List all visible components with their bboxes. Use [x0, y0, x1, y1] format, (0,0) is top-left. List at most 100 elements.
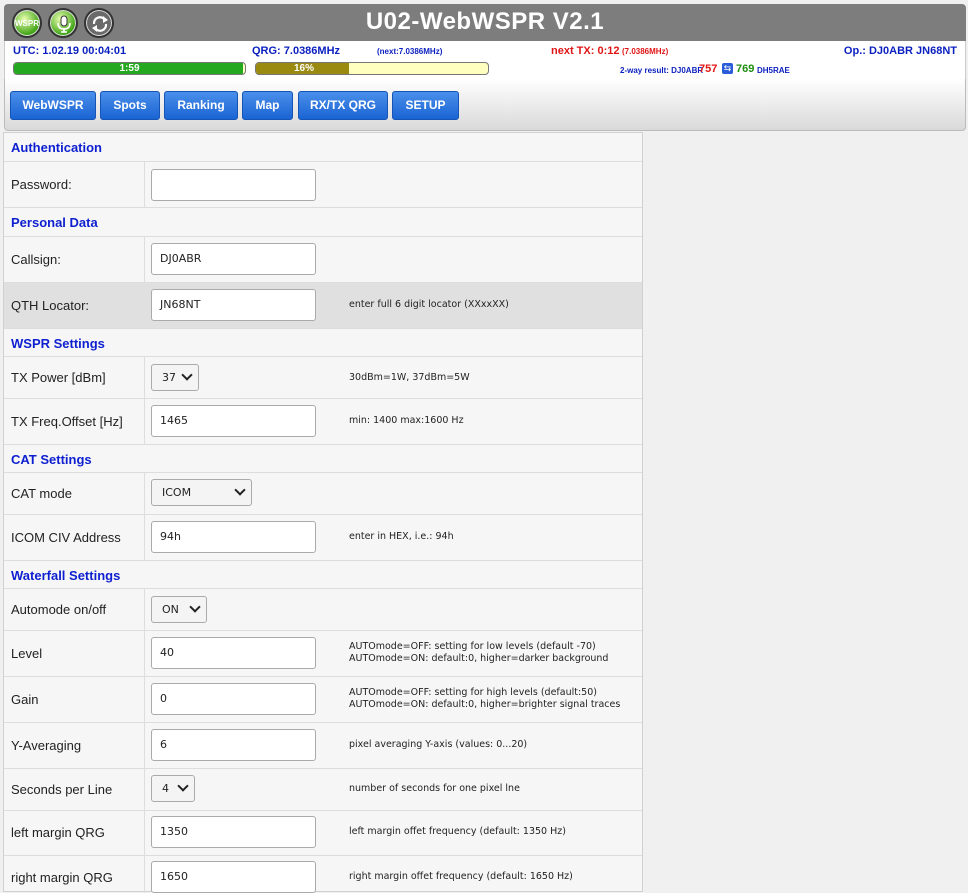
right-margin-label: right margin QRG: [11, 870, 113, 885]
nav-setup-button[interactable]: SETUP: [392, 91, 459, 120]
yavg-label: Y-Averaging: [11, 738, 82, 753]
next-tx-countdown: next TX: 0:12: [551, 45, 620, 57]
callsign-input[interactable]: DJ0ABR: [151, 243, 316, 275]
chevron-down-icon: [234, 484, 246, 496]
tx-offset-label: TX Freq.Offset [Hz]: [11, 414, 123, 429]
nav-webwspr-button[interactable]: WebWSPR: [10, 91, 96, 120]
header-bar: WSPR U02-WebWSPR V2.1: [4, 4, 966, 41]
section-waterfall-settings: Waterfall Settings: [4, 561, 642, 589]
password-input[interactable]: [151, 169, 316, 201]
progress-bar: 16%: [255, 62, 489, 75]
row-tx-offset: TX Freq.Offset [Hz] 1465 min: 1400 max:1…: [4, 399, 642, 445]
next-qrg-readout: (next:7.0386MHz): [377, 47, 443, 56]
section-cat-settings: CAT Settings: [4, 445, 642, 473]
section-title: Personal Data: [11, 215, 98, 230]
row-tx-power: TX Power [dBm] 37 30dBm=1W, 37dBm=5W: [4, 357, 642, 399]
level-hint-2: AUTOmode=ON: default:0, higher=darker ba…: [349, 653, 609, 664]
row-qth-locator: QTH Locator: JN68NT enter full 6 digit l…: [4, 283, 642, 329]
callsign-label: Callsign:: [11, 252, 61, 267]
level-input[interactable]: 40: [151, 637, 316, 669]
column-divider: [144, 856, 145, 893]
gain-input[interactable]: 0: [151, 683, 316, 715]
nav-map-button[interactable]: Map: [242, 91, 293, 120]
yavg-hint: pixel averaging Y-axis (values: 0...20): [349, 739, 528, 750]
cat-mode-value: ICOM: [162, 486, 192, 499]
automode-select[interactable]: ON: [151, 596, 207, 623]
left-margin-label: left margin QRG: [11, 825, 105, 840]
row-seconds-per-line: Seconds per Line 4 number of seconds for…: [4, 769, 642, 811]
nav-rxtx-qrg-button[interactable]: RX/TX QRG: [298, 91, 388, 120]
row-automode: Automode on/off ON: [4, 589, 642, 631]
two-way-rx-count: 757: [699, 63, 718, 75]
tx-power-value: 37: [162, 371, 176, 384]
two-way-partner: DH5RAE: [757, 66, 790, 75]
civ-hint: enter in HEX, i.e.: 94h: [349, 531, 454, 542]
civ-input[interactable]: 94h: [151, 521, 316, 553]
gain-hint-2: AUTOmode=ON: default:0, higher=brighter …: [349, 699, 621, 710]
row-left-margin: left margin QRG 1350 left margin offet f…: [4, 811, 642, 856]
chevron-down-icon: [177, 780, 189, 792]
gain-hint-1: AUTOmode=OFF: setting for high levels (d…: [349, 687, 597, 698]
cat-mode-label: CAT mode: [11, 486, 72, 501]
qth-input[interactable]: JN68NT: [151, 289, 316, 321]
spl-value: 4: [162, 782, 169, 795]
spl-select[interactable]: 4: [151, 775, 195, 802]
spl-hint: number of seconds for one pixel lne: [349, 783, 520, 794]
tx-offset-hint: min: 1400 max:1600 Hz: [349, 415, 464, 426]
row-level: Level 40 AUTOmode=OFF: setting for low l…: [4, 631, 642, 677]
column-divider: [144, 162, 145, 207]
row-right-margin: right margin QRG 1650 right margin offet…: [4, 856, 642, 893]
page-title: U02-WebWSPR V2.1: [365, 8, 605, 35]
section-title: WSPR Settings: [11, 336, 105, 351]
column-divider: [144, 677, 145, 722]
section-title: Authentication: [11, 140, 102, 155]
column-divider: [144, 723, 145, 768]
column-divider: [144, 357, 145, 398]
qth-label: QTH Locator:: [11, 298, 90, 313]
timer-bar: 1:59: [13, 62, 246, 75]
section-wspr-settings: WSPR Settings: [4, 329, 642, 357]
column-divider: [144, 631, 145, 676]
spl-label: Seconds per Line: [11, 782, 113, 797]
two-way-tx-count: 769: [736, 63, 755, 75]
operator-info: Op.: DJ0ABR JN68NT: [843, 45, 957, 57]
column-divider: [144, 473, 145, 514]
nav-spots-button[interactable]: Spots: [100, 91, 160, 120]
column-divider: [144, 237, 145, 282]
column-divider: [144, 811, 145, 855]
swap-icon: ⇆: [722, 63, 733, 74]
automode-value: ON: [162, 603, 179, 616]
cat-mode-select[interactable]: ICOM: [151, 479, 252, 506]
tx-power-label: TX Power [dBm]: [11, 370, 106, 385]
row-y-averaging: Y-Averaging 6 pixel averaging Y-axis (va…: [4, 723, 642, 769]
column-divider: [144, 515, 145, 560]
qrg-readout: QRG: 7.0386MHz: [252, 45, 341, 57]
row-cat-mode: CAT mode ICOM: [4, 473, 642, 515]
chevron-down-icon: [189, 601, 201, 613]
automode-label: Automode on/off: [11, 602, 107, 617]
level-label: Level: [11, 646, 43, 661]
tx-power-select[interactable]: 37: [151, 364, 199, 391]
section-title: Waterfall Settings: [11, 568, 121, 583]
row-icom-civ: ICOM CIV Address 94h enter in HEX, i.e.:…: [4, 515, 642, 561]
timer-bar-label: 1:59: [119, 63, 140, 74]
password-label: Password:: [11, 177, 72, 192]
gain-label: Gain: [11, 692, 39, 707]
right-margin-input[interactable]: 1650: [151, 861, 316, 893]
left-margin-input[interactable]: 1350: [151, 816, 316, 848]
tx-power-hint: 30dBm=1W, 37dBm=5W: [349, 372, 470, 383]
tx-offset-input[interactable]: 1465: [151, 405, 316, 437]
two-way-label: 2-way result: DJ0ABR: [620, 66, 704, 75]
level-hint-1: AUTOmode=OFF: setting for low levels (de…: [349, 641, 596, 652]
section-title: CAT Settings: [11, 452, 92, 467]
settings-table: Authentication Password: Personal Data C…: [3, 132, 643, 893]
row-gain: Gain 0 AUTOmode=OFF: setting for high le…: [4, 677, 642, 723]
section-authentication: Authentication: [4, 133, 642, 162]
left-margin-hint: left margin offet frequency (default: 13…: [349, 826, 566, 837]
column-divider: [144, 589, 145, 630]
utc-time: UTC: 1.02.19 00:04:01: [13, 45, 127, 57]
row-password: Password:: [4, 162, 642, 208]
section-personal-data: Personal Data: [4, 208, 642, 237]
yavg-input[interactable]: 6: [151, 729, 316, 761]
nav-ranking-button[interactable]: Ranking: [164, 91, 238, 120]
